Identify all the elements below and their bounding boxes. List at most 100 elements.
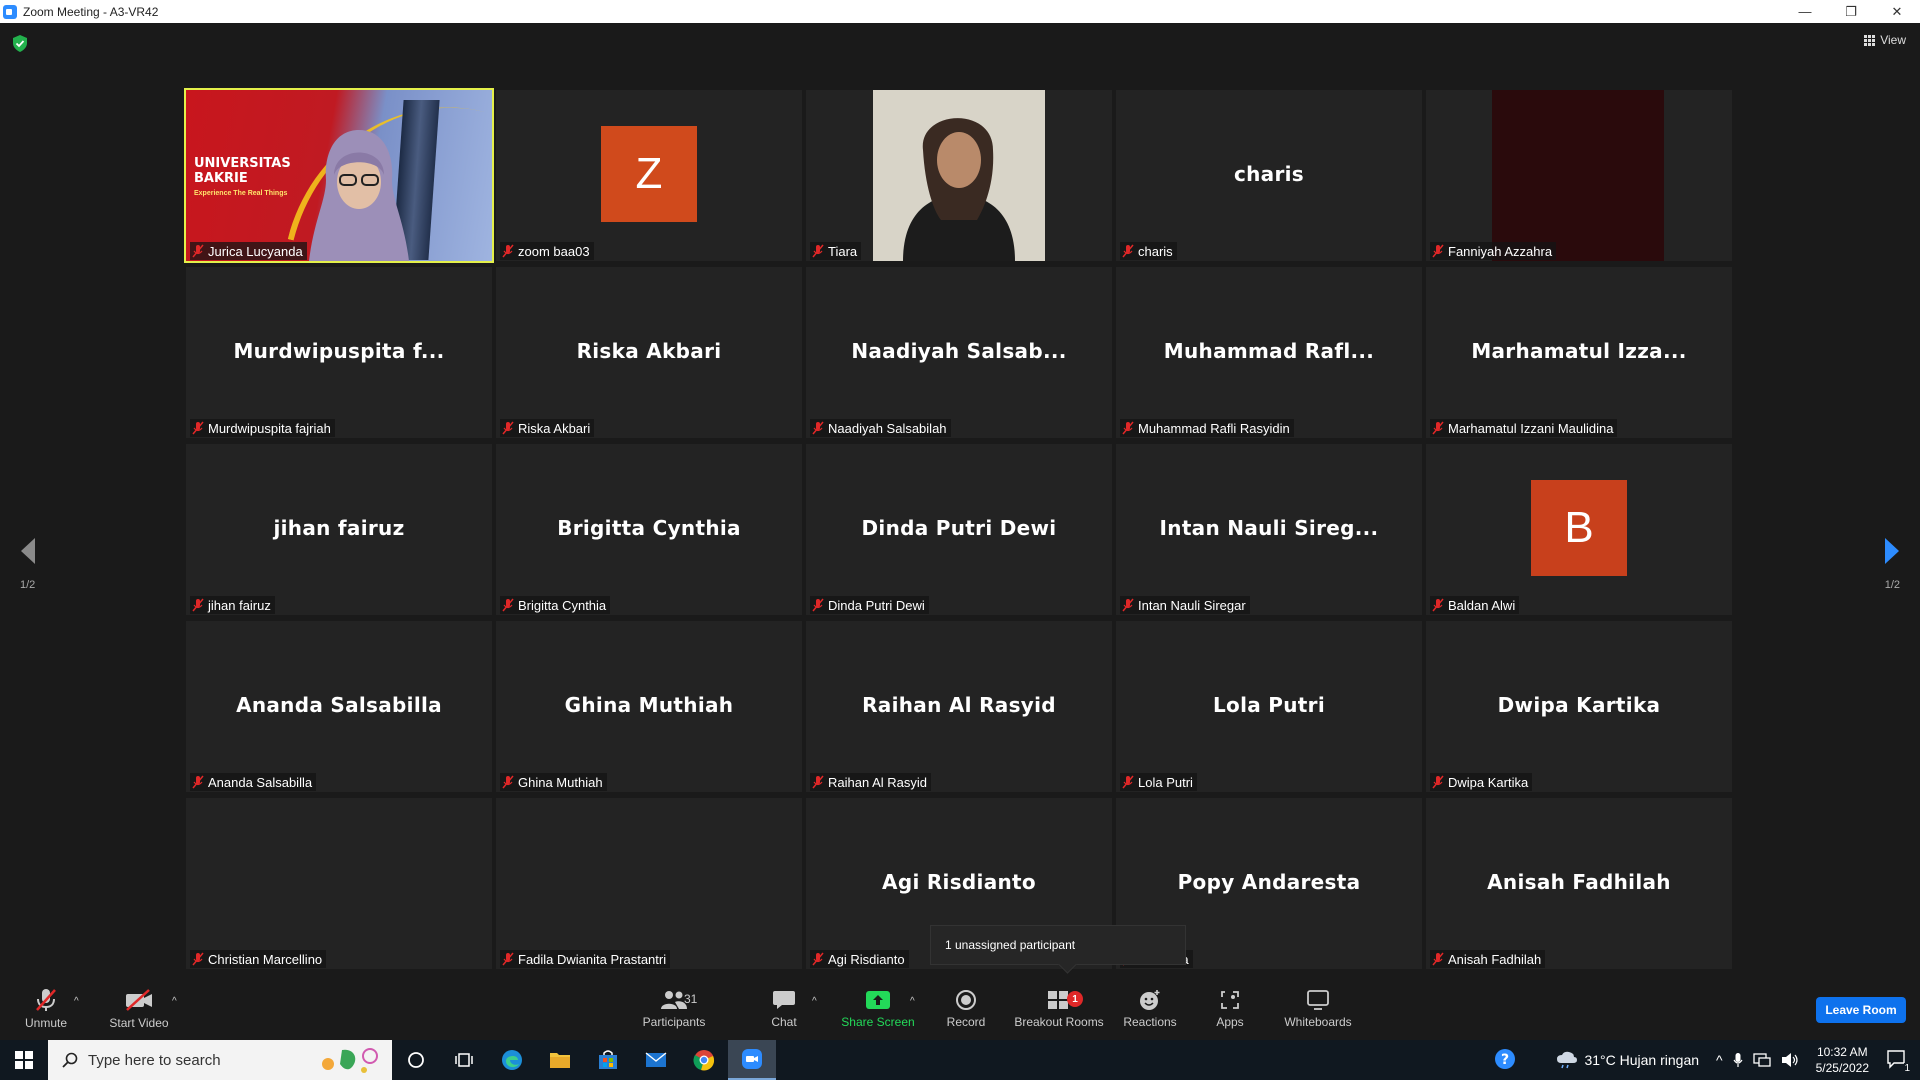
- participant-tile[interactable]: jihan fairuz jihan fairuz: [186, 444, 492, 615]
- participant-tile[interactable]: Raihan Al Rasyid Raihan Al Rasyid: [806, 621, 1112, 792]
- participant-display-name: Marhamatul Izza...: [1471, 339, 1687, 363]
- windows-taskbar: Type here to search ? 31°C Hujan ringan …: [0, 1040, 1920, 1080]
- show-hidden-icons-button[interactable]: ^: [1716, 1052, 1723, 1068]
- taskbar-search-box[interactable]: Type here to search: [48, 1040, 392, 1080]
- notifications-button[interactable]: 1: [1886, 1049, 1910, 1074]
- start-video-button[interactable]: Start Video: [104, 978, 174, 1040]
- participants-button[interactable]: 31 Participants: [638, 978, 710, 1040]
- muted-mic-icon: [1432, 598, 1444, 612]
- cortana-button[interactable]: [392, 1040, 440, 1080]
- previous-page-button[interactable]: [16, 531, 40, 571]
- help-button[interactable]: ?: [1494, 1048, 1516, 1073]
- participant-tile[interactable]: Muhammad Rafl... Muhammad Rafli Rasyidin: [1116, 267, 1422, 438]
- microphone-tray-icon[interactable]: [1733, 1052, 1743, 1068]
- participant-tile[interactable]: UNIVERSITAS BAKRIE Experience The Real Thi…: [184, 88, 494, 263]
- weather-widget[interactable]: 31°C Hujan ringan: [1556, 1051, 1699, 1069]
- view-button[interactable]: View: [1864, 33, 1906, 47]
- participant-tile[interactable]: Ananda Salsabilla Ananda Salsabilla: [186, 621, 492, 792]
- view-label: View: [1880, 33, 1906, 47]
- participant-tile[interactable]: Christian Marcellino: [186, 798, 492, 969]
- file-explorer-button[interactable]: [536, 1040, 584, 1080]
- edge-browser-button[interactable]: [488, 1040, 536, 1080]
- participant-name-label: zoom baa03: [500, 242, 594, 260]
- encryption-shield-icon[interactable]: [12, 35, 28, 52]
- participant-name: Anisah Fadhilah: [1448, 951, 1542, 967]
- participant-tile[interactable]: Fadila Dwianita Prastantri: [496, 798, 802, 969]
- participant-tile[interactable]: Murdwipuspita f... Murdwipuspita fajriah: [186, 267, 492, 438]
- microsoft-store-button[interactable]: [584, 1040, 632, 1080]
- participant-tile[interactable]: Intan Nauli Sireg... Intan Nauli Siregar: [1116, 444, 1422, 615]
- volume-icon[interactable]: [1781, 1052, 1799, 1068]
- next-page-button[interactable]: [1880, 531, 1904, 571]
- participant-name-label: Raihan Al Rasyid: [810, 773, 931, 791]
- windows-start-button[interactable]: [0, 1040, 48, 1080]
- search-highlight-icon: [322, 1048, 378, 1073]
- participant-name: Agi Risdianto: [828, 951, 905, 967]
- task-view-button[interactable]: [440, 1040, 488, 1080]
- muted-mic-icon: [1432, 421, 1444, 435]
- participant-display-name: Murdwipuspita f...: [233, 339, 445, 363]
- participant-tile[interactable]: Dwipa Kartika Dwipa Kartika: [1426, 621, 1732, 792]
- zoom-taskbar-button[interactable]: [728, 1040, 776, 1080]
- share-screen-button[interactable]: Share Screen: [838, 978, 918, 1040]
- weather-text: 31°C Hujan ringan: [1584, 1052, 1700, 1068]
- participant-tile[interactable]: B Baldan Alwi: [1426, 444, 1732, 615]
- share-options-caret[interactable]: ^: [910, 996, 915, 1007]
- meeting-area: View 1/2 1/2 UNIVERSITAS BAKRIE Experience…: [0, 23, 1920, 978]
- restore-button[interactable]: ❐: [1828, 0, 1874, 23]
- mail-button[interactable]: [632, 1040, 680, 1080]
- unmute-button[interactable]: Unmute: [18, 978, 74, 1040]
- muted-mic-icon: [502, 421, 514, 435]
- participant-tile[interactable]: Fanniyah Azzahra: [1426, 90, 1732, 261]
- participant-name: zoom baa03: [518, 243, 590, 259]
- zoom-app-icon: [3, 4, 17, 19]
- chat-icon: [773, 991, 795, 1009]
- taskbar-clock[interactable]: 10:32 AM 5/25/2022: [1816, 1044, 1869, 1076]
- minimize-button[interactable]: —: [1782, 0, 1828, 23]
- zoom-icon: [742, 1049, 762, 1069]
- chrome-icon: [693, 1050, 715, 1071]
- close-button[interactable]: ✕: [1874, 0, 1920, 23]
- participant-tile[interactable]: Lola Putri Lola Putri: [1116, 621, 1422, 792]
- participant-display-name: Ghina Muthiah: [564, 693, 734, 717]
- video-options-caret[interactable]: ^: [172, 996, 177, 1007]
- participant-tile[interactable]: Marhamatul Izza... Marhamatul Izzani Maul…: [1426, 267, 1732, 438]
- reactions-button[interactable]: Reactions: [1120, 978, 1180, 1040]
- participant-name: Marhamatul Izzani Maulidina: [1448, 420, 1614, 436]
- participant-display-name: Dwipa Kartika: [1497, 693, 1661, 717]
- participant-display-name: charis: [1233, 162, 1304, 186]
- muted-mic-icon: [192, 598, 204, 612]
- apps-button[interactable]: Apps: [1210, 978, 1250, 1040]
- record-button[interactable]: Record: [940, 978, 992, 1040]
- participant-display-name: jihan fairuz: [273, 516, 405, 540]
- participant-name: Ananda Salsabilla: [208, 774, 313, 790]
- participant-tile[interactable]: Ghina Muthiah Ghina Muthiah: [496, 621, 802, 792]
- chat-options-caret[interactable]: ^: [812, 996, 817, 1007]
- participant-name-label: Marhamatul Izzani Maulidina: [1430, 419, 1618, 437]
- participant-tile[interactable]: Dinda Putri Dewi Dinda Putri Dewi: [806, 444, 1112, 615]
- chrome-button[interactable]: [680, 1040, 728, 1080]
- leave-room-button[interactable]: Leave Room: [1816, 997, 1906, 1023]
- whiteboards-button[interactable]: Whiteboards: [1282, 978, 1354, 1040]
- muted-mic-icon: [192, 244, 204, 258]
- network-icon[interactable]: [1752, 1052, 1771, 1068]
- participant-avatar: Z: [601, 126, 697, 222]
- chat-button[interactable]: Chat: [762, 978, 806, 1040]
- participant-tile[interactable]: Anisah Fadhilah Anisah Fadhilah: [1426, 798, 1732, 969]
- participant-name-label: Ananda Salsabilla: [190, 773, 317, 791]
- participant-tile[interactable]: Brigitta Cynthia Brigitta Cynthia: [496, 444, 802, 615]
- muted-mic-icon: [1122, 598, 1134, 612]
- participant-tile[interactable]: Riska Akbari Riska Akbari: [496, 267, 802, 438]
- participant-tile[interactable]: Naadiyah Salsab... Naadiyah Salsabilah: [806, 267, 1112, 438]
- mail-icon: [645, 1052, 667, 1067]
- participant-display-name: Dinda Putri Dewi: [861, 516, 1057, 540]
- search-placeholder: Type here to search: [88, 1051, 221, 1069]
- arrow-left-icon: [21, 538, 35, 564]
- participant-tile[interactable]: Zzoom baa03: [496, 90, 802, 261]
- audio-options-caret[interactable]: ^: [74, 996, 79, 1007]
- participant-tile[interactable]: charis charis: [1116, 90, 1422, 261]
- cloud-rain-icon: [1557, 1051, 1578, 1069]
- participant-tile[interactable]: Tiara: [806, 90, 1112, 261]
- breakout-rooms-button[interactable]: 1 Breakout Rooms: [1012, 978, 1106, 1040]
- participant-name: Naadiyah Salsabilah: [828, 420, 947, 436]
